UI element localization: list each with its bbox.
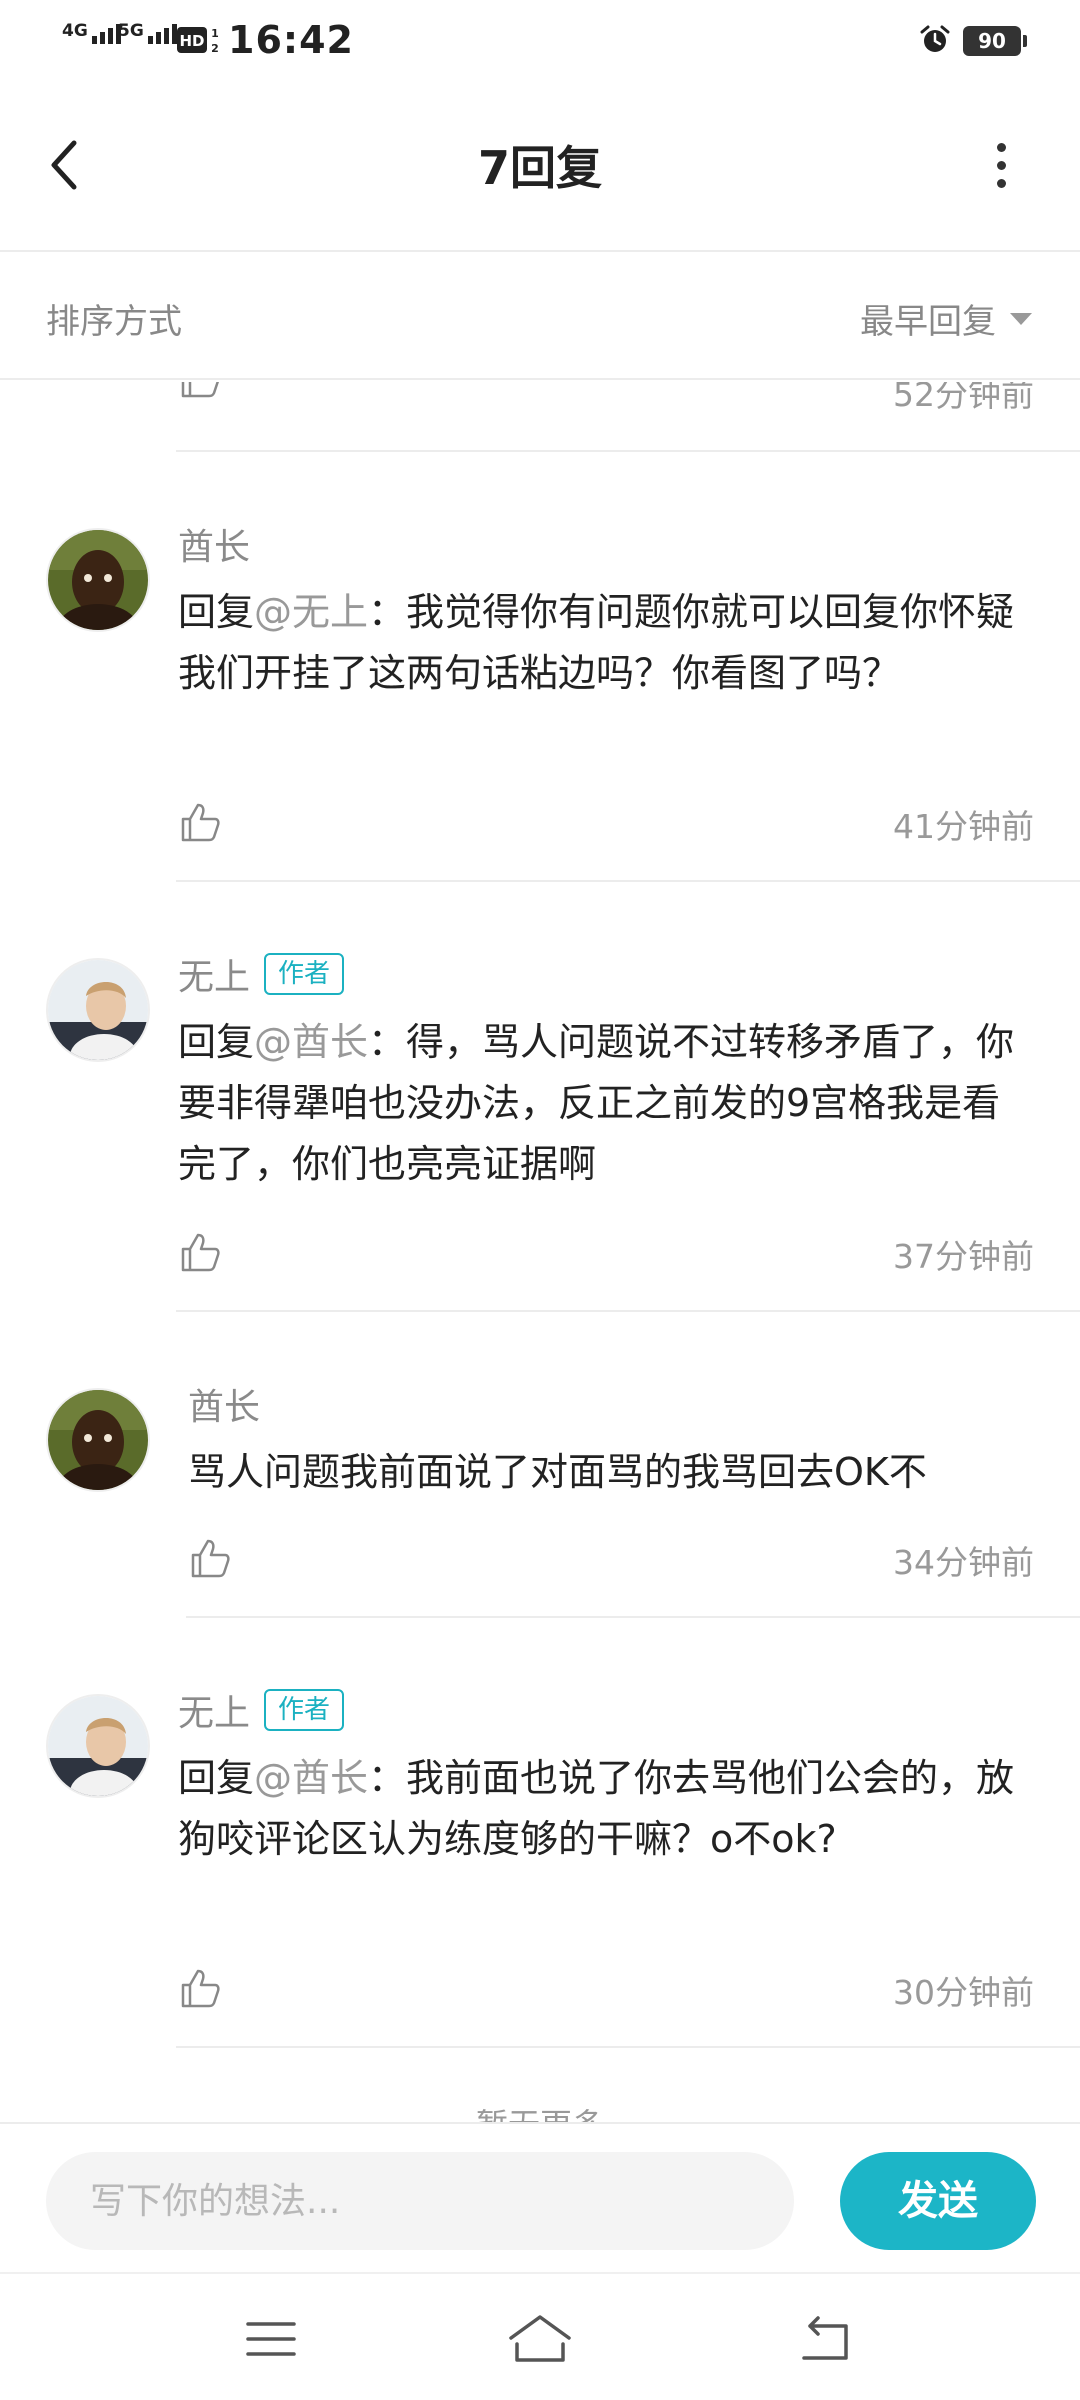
svg-text:HD: HD	[179, 32, 204, 50]
signal-5g-icon: 5G	[118, 22, 177, 44]
svg-text:2: 2	[211, 42, 219, 55]
dropdown-triangle-icon	[1010, 312, 1032, 325]
menu-icon[interactable]	[236, 2304, 306, 2374]
avatar[interactable]	[46, 1694, 150, 1798]
avatar[interactable]	[46, 528, 150, 632]
reply-list[interactable]: 52分钟前 酋长 回复@无上：我觉得你有问题你就可以回复你怀疑我们开挂了这两句话…	[0, 382, 1080, 2122]
comment-input[interactable]	[46, 2152, 794, 2250]
back-icon[interactable]	[790, 2304, 860, 2374]
comment-bar: 发送	[0, 2122, 1080, 2272]
network-type-2: 5G	[118, 21, 144, 41]
like-icon[interactable]	[178, 382, 222, 400]
reply-divider	[176, 880, 1080, 882]
mention-link[interactable]: @酋长	[254, 1756, 368, 1800]
like-icon[interactable]	[178, 1966, 222, 2010]
alarm-icon	[920, 25, 950, 52]
reply-content: 骂人问题我前面说了对面骂的我骂回去OK不	[188, 1450, 927, 1494]
sort-label: 排序方式	[46, 302, 182, 342]
reply-time: 52分钟前	[893, 382, 1034, 414]
reply-content: 回复@酋长：得，骂人问题说不过转移矛盾了，你要非得犟咱也没办法，反正之前发的9宫…	[178, 1020, 1015, 1186]
avatar-image	[48, 960, 148, 1060]
author-name[interactable]: 无上	[178, 948, 250, 1000]
clock: 16:42	[228, 18, 354, 62]
author-row: 酋长	[178, 518, 250, 570]
system-nav-bar	[0, 2272, 1080, 2400]
author-name[interactable]: 酋长	[178, 518, 250, 570]
avatar-image	[48, 530, 148, 630]
page-title: 7回复	[477, 141, 602, 195]
network-type-1: 4G	[62, 21, 88, 41]
author-row: 无上 作者	[178, 1684, 345, 1736]
author-name[interactable]: 酋长	[188, 1378, 260, 1430]
battery-icon: 90	[963, 26, 1027, 56]
author-row: 无上 作者	[178, 948, 345, 1000]
avatar-image	[48, 1390, 148, 1490]
app-header: 7回复	[0, 80, 1080, 252]
send-button[interactable]: 发送	[840, 2152, 1036, 2250]
reply-time: 37分钟前	[893, 1237, 1034, 1276]
avatar[interactable]	[46, 958, 150, 1062]
reply-content: 回复@无上：我觉得你有问题你就可以回复你怀疑我们开挂了这两句话粘边吗？你看图了吗…	[178, 590, 1015, 695]
author-badge: 作者	[264, 1689, 345, 1731]
author-name[interactable]: 无上	[178, 1684, 250, 1736]
mention-link[interactable]: @无上	[254, 590, 368, 634]
reply-content: 回复@酋长：我前面也说了你去骂他们公会的，放狗咬评论区认为练度够的干嘛？o不ok…	[178, 1756, 1015, 1861]
author-row: 酋长	[188, 1378, 260, 1430]
sort-value: 最早回复	[860, 302, 996, 342]
more-vertical-icon[interactable]	[976, 130, 1026, 200]
hd-call-icon: HD 1 2	[177, 27, 219, 55]
author-badge: 作者	[264, 953, 345, 995]
reply-time: 34分钟前	[893, 1543, 1034, 1582]
like-icon[interactable]	[188, 1536, 232, 1580]
reply-divider	[186, 1616, 1080, 1618]
no-more-label: 暂无更多	[0, 2100, 1080, 2122]
avatar[interactable]	[46, 1388, 150, 1492]
mention-link[interactable]: @酋长	[254, 1020, 368, 1064]
status-bar: 4G 5G HD 1 2 16:42 90	[0, 0, 1080, 80]
svg-text:1: 1	[211, 27, 219, 40]
reply-divider	[176, 450, 1080, 452]
avatar-image	[48, 1696, 148, 1796]
home-icon[interactable]	[505, 2304, 575, 2374]
sort-bar: 排序方式 最早回复	[0, 254, 1080, 380]
reply-time: 41分钟前	[893, 807, 1034, 846]
like-icon[interactable]	[178, 1230, 222, 1274]
reply-time: 30分钟前	[893, 1973, 1034, 2012]
reply-divider	[176, 1310, 1080, 1312]
like-icon[interactable]	[178, 800, 222, 844]
reply-divider	[176, 2046, 1080, 2048]
sort-dropdown[interactable]: 最早回复	[860, 294, 1032, 343]
signal-4g-icon: 4G	[62, 22, 121, 44]
